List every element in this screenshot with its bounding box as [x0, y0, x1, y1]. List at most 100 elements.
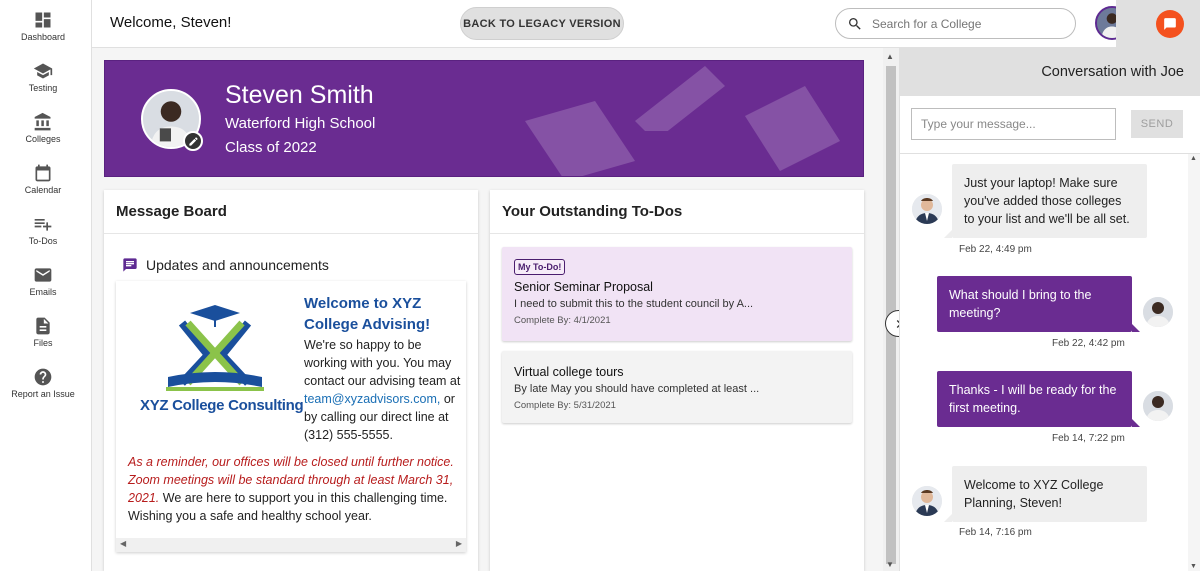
- sidebar-item-label: Dashboard: [20, 32, 66, 42]
- chat-message-outgoing: Thanks - I will be ready for the first m…: [937, 371, 1140, 427]
- chat-bubble-icon: [1164, 18, 1176, 30]
- sidebar-item-label: Testing: [28, 83, 58, 93]
- sidebar-item-colleges[interactable]: Colleges: [0, 112, 86, 158]
- chat-panel: Conversation with Joe SEND Just your lap…: [899, 48, 1200, 571]
- chat-scrollbar[interactable]: ▲ ▼: [1188, 154, 1200, 571]
- student-class-year: Class of 2022: [225, 139, 317, 156]
- chat-toggle-area: [1116, 0, 1200, 48]
- announcement-body: We're so happy to be working with you. Y…: [304, 336, 464, 444]
- logo-text: XYZ College Consulting: [140, 397, 304, 414]
- message-board-card: Message Board Updates and announcements …: [104, 190, 478, 571]
- todo-description: I need to submit this to the student cou…: [514, 298, 754, 310]
- student-name: Steven Smith: [225, 81, 374, 109]
- sidebar-item-calendar[interactable]: Calendar: [0, 163, 86, 209]
- chat-toggle-button[interactable]: [1156, 10, 1184, 38]
- sidebar-item-label: Calendar: [24, 185, 62, 195]
- advisor-avatar: [912, 194, 942, 224]
- chat-message-outgoing: What should I bring to the meeting?: [937, 276, 1140, 332]
- notice-text: We are here to support you in this chall…: [128, 491, 448, 523]
- dashboard-icon: [35, 12, 51, 28]
- todo-title: Virtual college tours: [514, 365, 624, 379]
- search-icon: [849, 18, 861, 30]
- chat-message-incoming: Welcome to XYZ College Planning, Steven!: [944, 466, 1147, 522]
- calendar-icon: [35, 164, 51, 182]
- xyz-logo-icon: [166, 305, 264, 391]
- back-to-legacy-button[interactable]: BACK TO LEGACY VERSION: [460, 7, 624, 40]
- sidebar-item-emails[interactable]: Emails: [0, 265, 86, 311]
- edit-photo-button[interactable]: [183, 131, 203, 151]
- divider: [490, 233, 864, 234]
- announcement-heading: Welcome to XYZ College Advising!: [304, 295, 431, 333]
- sidebar-item-label: Files: [33, 338, 53, 348]
- building-icon: [34, 112, 51, 131]
- xyz-logo: XYZ College Consulting: [130, 293, 304, 433]
- message-timestamp: Feb 14, 7:16 pm: [959, 527, 1032, 538]
- sidebar-item-label: Colleges: [25, 134, 61, 144]
- laptop-decoration-icon: [745, 86, 840, 171]
- announcement-icon: [123, 258, 137, 272]
- message-timestamp: Feb 14, 7:22 pm: [1052, 433, 1125, 444]
- todos-card: Your Outstanding To-Dos My To-Do! Senior…: [490, 190, 864, 571]
- graduation-cap-icon: [33, 63, 53, 79]
- sidebar-item-todos[interactable]: To-Dos: [0, 214, 86, 260]
- profile-banner: Steven Smith Waterford High School Class…: [104, 60, 864, 177]
- help-circle-icon: [34, 368, 52, 386]
- todo-due-date: Complete By: 5/31/2021: [514, 400, 616, 411]
- sidebar-item-files[interactable]: Files: [0, 316, 86, 362]
- sidebar-item-testing[interactable]: Testing: [0, 61, 86, 107]
- scroll-down-icon[interactable]: ▼: [886, 560, 894, 569]
- sidebar-item-label: To-Dos: [28, 236, 58, 246]
- message-board-title: Message Board: [116, 203, 227, 220]
- todos-title: Your Outstanding To-Dos: [502, 203, 683, 220]
- divider: [104, 233, 478, 234]
- send-button[interactable]: SEND: [1131, 110, 1183, 138]
- updates-heading: Updates and announcements: [122, 257, 329, 273]
- horizontal-scrollbar[interactable]: ◀ ▶: [116, 538, 466, 552]
- todo-item[interactable]: My To-Do! Senior Seminar Proposal I need…: [502, 247, 852, 341]
- message-timestamp: Feb 22, 4:49 pm: [959, 244, 1032, 255]
- student-avatar: [1143, 391, 1173, 421]
- sidebar: Dashboard Testing Colleges Calendar To-D…: [0, 0, 92, 571]
- sidebar-item-dashboard[interactable]: Dashboard: [0, 10, 86, 56]
- chat-header: Conversation with Joe: [900, 48, 1200, 96]
- todo-due-date: Complete By: 4/1/2021: [514, 315, 611, 326]
- scroll-down-icon[interactable]: ▼: [1190, 563, 1197, 570]
- advisor-photo-icon: [912, 486, 942, 516]
- announcement-notice: As a reminder, our offices will be close…: [128, 453, 458, 525]
- body-text: We're so happy to be working with you. Y…: [304, 338, 461, 388]
- my-todo-badge: My To-Do!: [514, 259, 566, 275]
- playlist-add-icon: [34, 219, 52, 231]
- todo-description: By late May you should have completed at…: [514, 383, 760, 395]
- student-photo-icon: [1143, 297, 1173, 327]
- scroll-right-icon[interactable]: ▶: [456, 539, 462, 548]
- email-link[interactable]: team@xyzadvisors.com,: [304, 392, 440, 406]
- welcome-message: Welcome, Steven!: [110, 14, 232, 31]
- college-search[interactable]: [835, 8, 1076, 39]
- advisor-avatar: [912, 486, 942, 516]
- divider: [900, 153, 1200, 154]
- chat-title: Conversation with Joe: [1041, 64, 1184, 80]
- announcement-card: XYZ College Consulting Welcome to XYZ Co…: [116, 281, 466, 552]
- sidebar-item-label: Report an Issue: [11, 389, 75, 399]
- chat-message-incoming: Just your laptop! Make sure you've added…: [944, 164, 1147, 238]
- pencil-icon: [188, 136, 198, 146]
- top-header: Welcome, Steven! BACK TO LEGACY VERSION: [92, 0, 1129, 48]
- student-photo-icon: [1143, 391, 1173, 421]
- pencil-decoration-icon: [635, 66, 725, 131]
- search-input[interactable]: [872, 15, 1067, 33]
- scroll-left-icon[interactable]: ◀: [120, 539, 126, 548]
- file-icon: [36, 317, 50, 335]
- scroll-up-icon[interactable]: ▲: [1190, 155, 1197, 162]
- student-avatar: [1143, 297, 1173, 327]
- message-input[interactable]: [911, 108, 1116, 140]
- envelope-icon: [34, 268, 52, 282]
- sidebar-item-label: Emails: [29, 287, 57, 297]
- main-content: Steven Smith Waterford High School Class…: [92, 48, 883, 571]
- todo-title: Senior Seminar Proposal: [514, 280, 653, 294]
- student-school: Waterford High School: [225, 115, 376, 132]
- message-timestamp: Feb 22, 4:42 pm: [1052, 338, 1125, 349]
- todo-item[interactable]: Virtual college tours By late May you sh…: [502, 351, 852, 423]
- scroll-up-icon[interactable]: ▲: [886, 52, 894, 61]
- sidebar-item-report-issue[interactable]: Report an Issue: [0, 367, 86, 413]
- updates-label: Updates and announcements: [146, 257, 329, 273]
